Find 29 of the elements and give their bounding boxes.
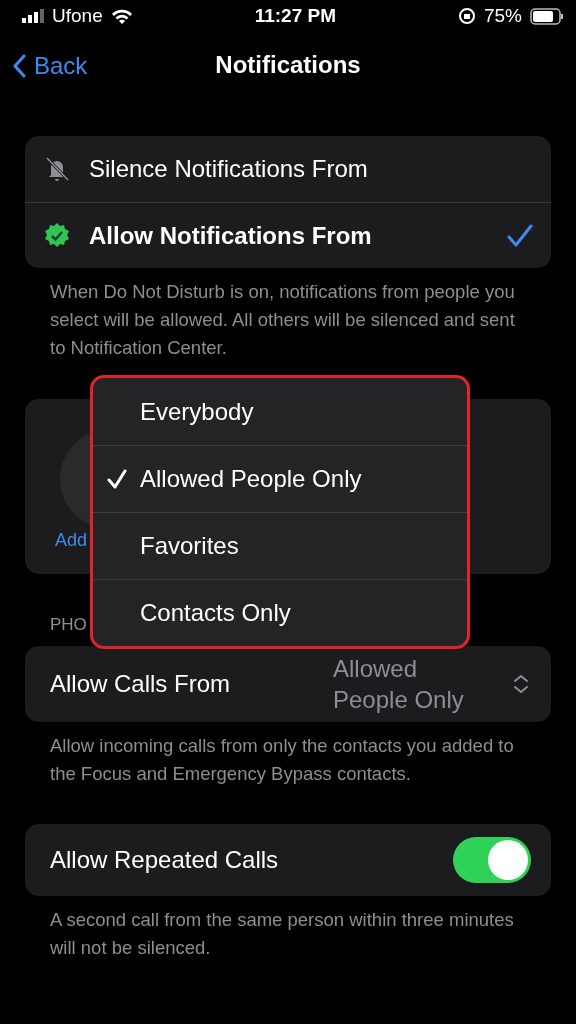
caption: Allow incoming calls from only the contacts you added to the Focus and Emergency Bypass contacts. bbox=[49, 733, 515, 786]
toggle-switch[interactable] bbox=[453, 836, 531, 883]
section-header: PHO bbox=[50, 615, 87, 634]
status-time: 11:27 PM bbox=[254, 3, 336, 28]
menu-item[interactable]: Favorites bbox=[93, 512, 467, 579]
chevron-left-icon bbox=[12, 54, 26, 78]
menu-item[interactable]: Allowed People Only bbox=[93, 445, 467, 512]
caption: A second call from the same person within three minutes will not be silenced. bbox=[49, 907, 515, 960]
chevron-up-down-icon bbox=[513, 673, 529, 694]
selected-value: Allowed People Only bbox=[333, 653, 465, 715]
bell-slash-icon bbox=[43, 155, 71, 183]
option-row[interactable]: Allow Notifications From bbox=[25, 202, 551, 268]
menu-item[interactable]: Everybody bbox=[93, 378, 467, 445]
wifi-icon bbox=[110, 8, 133, 24]
back-button[interactable]: Back bbox=[12, 48, 88, 84]
option-row[interactable]: Silence Notifications From bbox=[25, 136, 551, 202]
signal-icon bbox=[22, 9, 44, 23]
carrier-name: Ufone bbox=[52, 3, 103, 28]
battery-percentage: 75% bbox=[483, 3, 522, 28]
repeated-calls-row: Allow Repeated Calls bbox=[25, 823, 551, 896]
page-title: Notifications bbox=[215, 50, 361, 80]
rotation-lock-icon bbox=[457, 7, 476, 25]
check-badge-icon bbox=[43, 221, 71, 250]
menu-item[interactable]: Contacts Only bbox=[93, 579, 467, 646]
checkmark-icon bbox=[507, 223, 533, 248]
allow-calls-row[interactable]: Allow Calls From Allowed People Only bbox=[25, 645, 551, 722]
battery-icon bbox=[530, 7, 564, 25]
add-link[interactable]: Add bbox=[55, 527, 88, 554]
caption: When Do Not Disturb is on, notifications from people you select will be allowed. All others will be silenced and sent to Notification Center. bbox=[49, 280, 516, 360]
